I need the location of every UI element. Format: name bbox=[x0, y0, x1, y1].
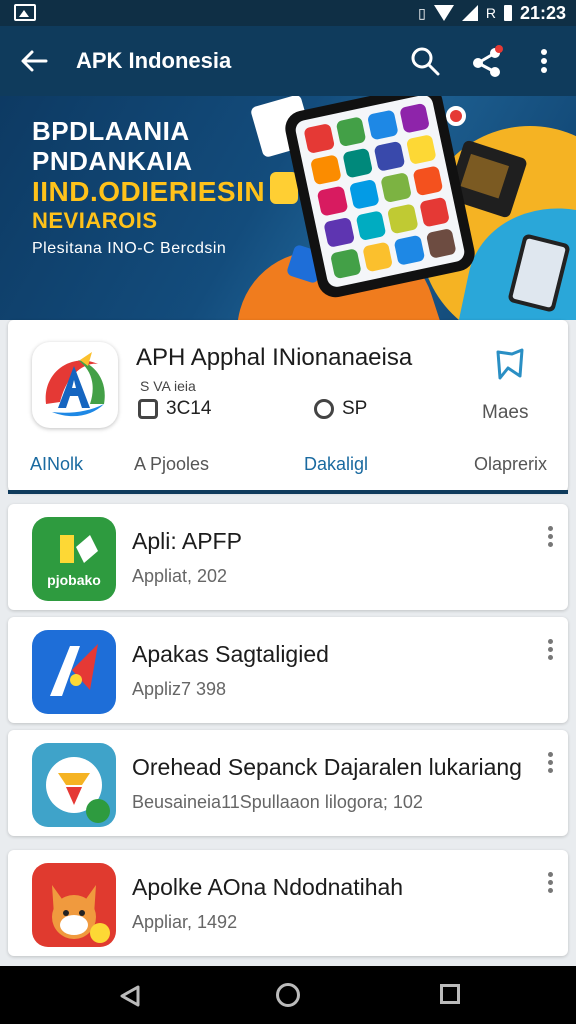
app-icon bbox=[32, 630, 116, 714]
banner-line-3: IIND.ODIERIESIN bbox=[32, 176, 266, 207]
featured-rating-value: 3C14 bbox=[166, 398, 212, 419]
app-meta: Appliz7 398 bbox=[132, 679, 227, 699]
app-name: Apakas Sagtaligied bbox=[132, 641, 329, 667]
banner-line-2: PNDANKAIA bbox=[32, 146, 193, 176]
featured-app-logo bbox=[32, 342, 118, 428]
featured-tabs: AINolk A Pjooles Dakaligl Olaprerix bbox=[8, 446, 568, 494]
app-meta: Appliar, 1492 bbox=[132, 912, 238, 932]
nav-recents-icon[interactable] bbox=[440, 984, 460, 1004]
tab-indicator bbox=[8, 490, 568, 494]
list-item[interactable]: Orehead Sepanck Dajaralen lukariang Beus… bbox=[8, 730, 568, 836]
app-icon: pjobako bbox=[32, 517, 116, 601]
featured-size-value: SP bbox=[342, 398, 368, 419]
back-arrow-icon[interactable] bbox=[18, 46, 50, 76]
app-icon bbox=[32, 863, 116, 947]
size-icon bbox=[314, 399, 334, 419]
share-icon[interactable] bbox=[470, 44, 504, 78]
nav-back-icon[interactable] bbox=[118, 984, 142, 1008]
app-name: Orehead Sepanck Dajaralen lukariang bbox=[132, 754, 522, 780]
banner-line-1: BPDLAANIA bbox=[32, 116, 190, 146]
promo-banner[interactable]: BPDLAANIA PNDANKAIA IIND.ODIERIESIN NEVI… bbox=[0, 96, 576, 320]
featured-size: SP bbox=[314, 398, 367, 420]
bookmark-icon[interactable] bbox=[492, 346, 528, 382]
signal-icon bbox=[461, 5, 478, 21]
banner-line-4: NEVIAROIS bbox=[32, 208, 158, 233]
vibrate-icon: ▯ bbox=[418, 4, 426, 21]
featured-app-name: APH Apphal INionanaeisa bbox=[136, 344, 413, 371]
item-more-icon[interactable] bbox=[544, 526, 556, 552]
app-icon-label: pjobako bbox=[47, 572, 101, 588]
banner-line-5: Plesitana INO-C Bercdsin bbox=[32, 240, 227, 257]
tab-catalog[interactable]: Dakaligl bbox=[304, 454, 368, 475]
banner-coin-image bbox=[270, 172, 298, 204]
banner-pin-image bbox=[446, 106, 466, 126]
status-time: 21:23 bbox=[519, 2, 566, 23]
app-name: Apli: APFP bbox=[132, 528, 242, 554]
system-navigation-bar bbox=[0, 966, 576, 1024]
app-meta: Appliat, 202 bbox=[132, 566, 228, 586]
app-name: Apolke AOna Ndodnatihah bbox=[132, 874, 404, 900]
rating-icon bbox=[138, 399, 158, 419]
app-meta: Beusaineia11Spullaaon lilogora; 102 bbox=[132, 792, 423, 812]
status-icons: ▯ R 21:23 bbox=[418, 3, 566, 23]
gallery-notification-icon bbox=[14, 4, 36, 21]
data-roaming-indicator: R bbox=[485, 5, 496, 21]
app-title: APK Indonesia bbox=[76, 48, 232, 73]
list-item[interactable]: Apolke AOna Ndodnatihah Appliar, 1492 bbox=[8, 850, 568, 956]
app-icon bbox=[32, 743, 116, 827]
status-bar: ▯ R 21:23 bbox=[0, 0, 576, 26]
tab-popular[interactable]: A Pjooles bbox=[134, 454, 209, 475]
list-item[interactable]: pjobako Apli: APFP Appliat, 202 bbox=[8, 504, 568, 610]
item-more-icon[interactable] bbox=[544, 872, 556, 898]
item-more-icon[interactable] bbox=[544, 639, 556, 665]
item-more-icon[interactable] bbox=[544, 752, 556, 778]
featured-app-subtitle: S VA ieia bbox=[140, 378, 196, 394]
app-bar: APK Indonesia bbox=[0, 26, 576, 96]
nav-home-icon[interactable] bbox=[276, 983, 300, 1007]
wifi-icon bbox=[433, 5, 454, 21]
search-icon[interactable] bbox=[410, 46, 440, 76]
list-item[interactable]: Apakas Sagtaligied Appliz7 398 bbox=[8, 617, 568, 723]
more-vertical-icon[interactable] bbox=[534, 46, 554, 76]
bookmark-label[interactable]: Maes bbox=[482, 402, 528, 424]
tab-all[interactable]: AINolk bbox=[30, 454, 83, 475]
tab-other[interactable]: Olaprerix bbox=[474, 454, 547, 475]
featured-app-card[interactable]: APH Apphal INionanaeisa S VA ieia 3C14 S… bbox=[8, 320, 568, 494]
featured-rating: 3C14 bbox=[138, 398, 211, 420]
battery-icon bbox=[503, 5, 512, 21]
